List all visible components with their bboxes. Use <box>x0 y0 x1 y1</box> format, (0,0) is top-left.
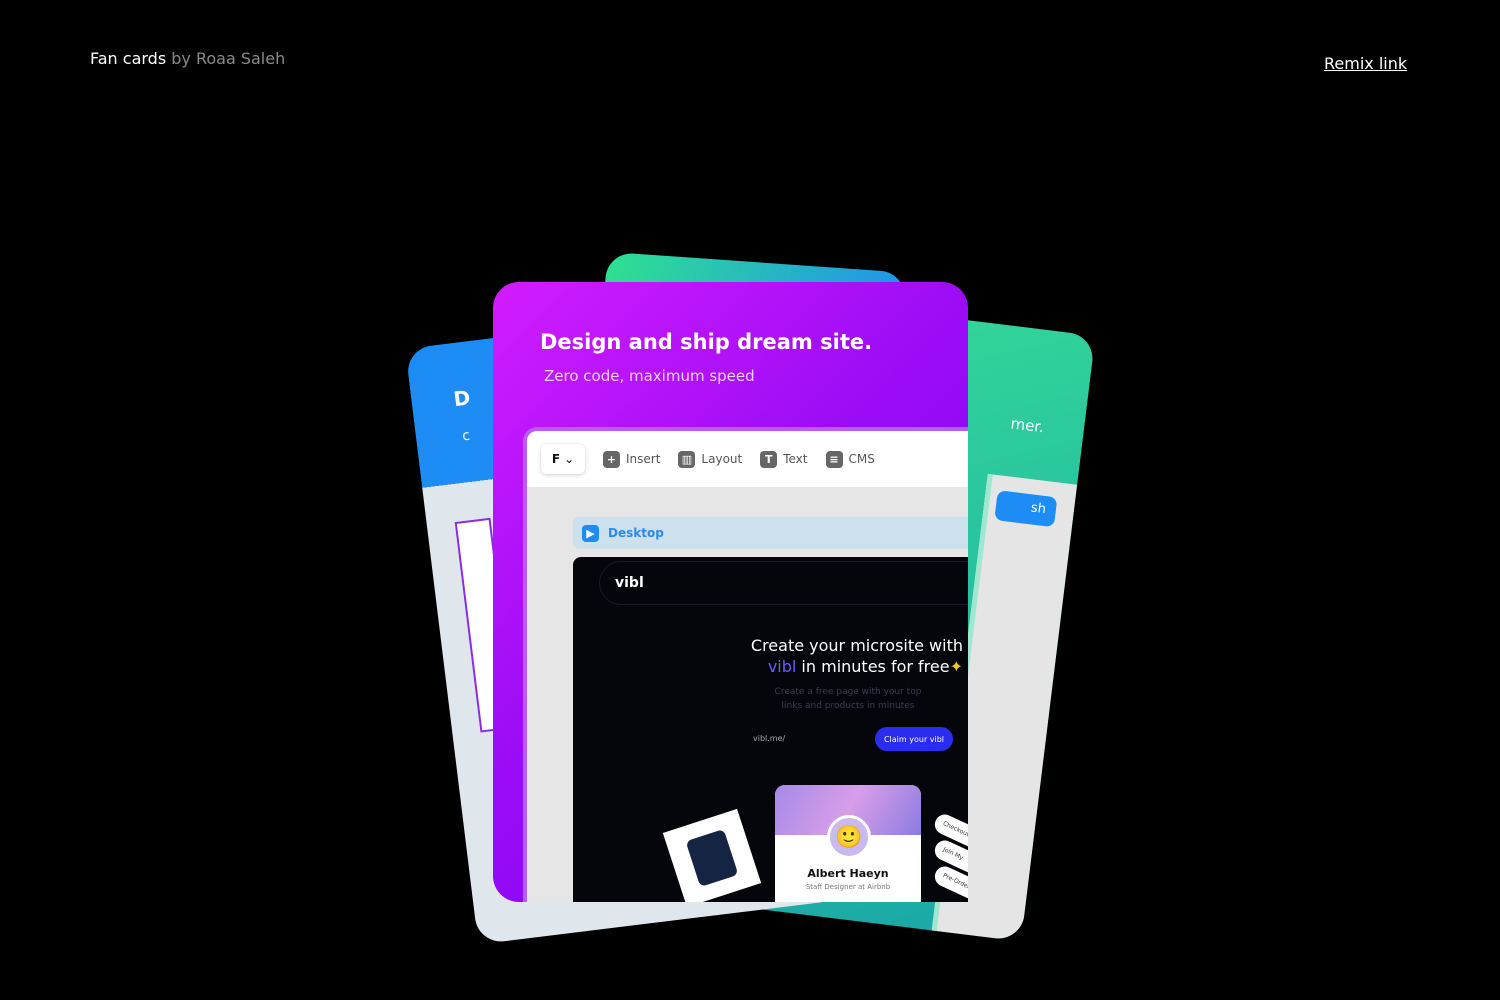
author: by Roaa Saleh <box>171 49 286 68</box>
site-description: Create a free page with your top links a… <box>774 687 922 711</box>
sparkle-icon: ✦ <box>949 657 963 676</box>
remix-link[interactable]: Remix link <box>1324 54 1407 73</box>
framer-menu-button[interactable]: F ⌄ <box>541 444 585 474</box>
title-text: Fan cards <box>90 49 167 68</box>
breakpoint-desktop[interactable]: ▶ Desktop <box>573 517 968 549</box>
headline-brand: vibl <box>767 657 797 676</box>
site-headline: Create your microsite with vibl in minute… <box>723 635 963 677</box>
headline-line1: Create your microsite with <box>750 636 963 655</box>
site-nav <box>599 561 968 605</box>
card-subtitle: mer. <box>1009 414 1045 437</box>
editor-preview: F ⌄ + Insert ▥ Layout T Text ≡ CMS ▶ Desktop v… <box>523 427 968 902</box>
cms-label: CMS <box>848 452 875 466</box>
framer-logo-icon: F <box>551 452 561 466</box>
card-subtitle: c <box>461 427 471 445</box>
page-title: Fan cards by Roaa Saleh <box>90 49 285 68</box>
headline-line2: in minutes for free <box>796 657 950 676</box>
chevron-down-icon: ⌄ <box>564 452 575 466</box>
layout-button[interactable]: ▥ Layout <box>678 450 743 468</box>
insert-label: Insert <box>626 452 661 466</box>
toolbar: F ⌄ + Insert ▥ Layout T Text ≡ CMS <box>527 431 968 487</box>
text-button[interactable]: T Text <box>760 450 808 468</box>
site-preview: vibl Create your microsite with vibl in m… <box>573 557 968 902</box>
profile-card: 🙂 Albert Haeyn Staff Designer at Airbnb <box>775 785 921 902</box>
play-icon: ▶ <box>582 524 599 542</box>
database-icon: ≡ <box>825 450 843 468</box>
front-card[interactable]: Design and ship dream site. Zero code, m… <box>493 282 968 902</box>
claim-button: Claim your vibl <box>875 727 953 751</box>
plus-icon: + <box>603 450 620 468</box>
url-input: vibl.me/ <box>753 734 786 743</box>
layout-icon: ▥ <box>678 450 696 468</box>
avatar: 🙂 <box>827 815 871 859</box>
layout-label: Layout <box>701 452 743 466</box>
insert-button[interactable]: + Insert <box>603 450 661 468</box>
product-shirt-image <box>662 808 762 902</box>
card-title: D <box>452 385 472 412</box>
text-icon: T <box>760 450 778 468</box>
breakpoint-label: Desktop <box>608 526 664 540</box>
profile-name: Albert Haeyn <box>807 867 889 880</box>
profile-role: Staff Designer at Airbnb <box>805 883 891 891</box>
card-title: Design and ship dream site. <box>540 330 873 354</box>
cms-button[interactable]: ≡ CMS <box>825 450 875 468</box>
site-brand: vibl <box>615 575 644 591</box>
card-subtitle: Zero code, maximum speed <box>544 367 755 385</box>
text-label: Text <box>783 452 808 466</box>
